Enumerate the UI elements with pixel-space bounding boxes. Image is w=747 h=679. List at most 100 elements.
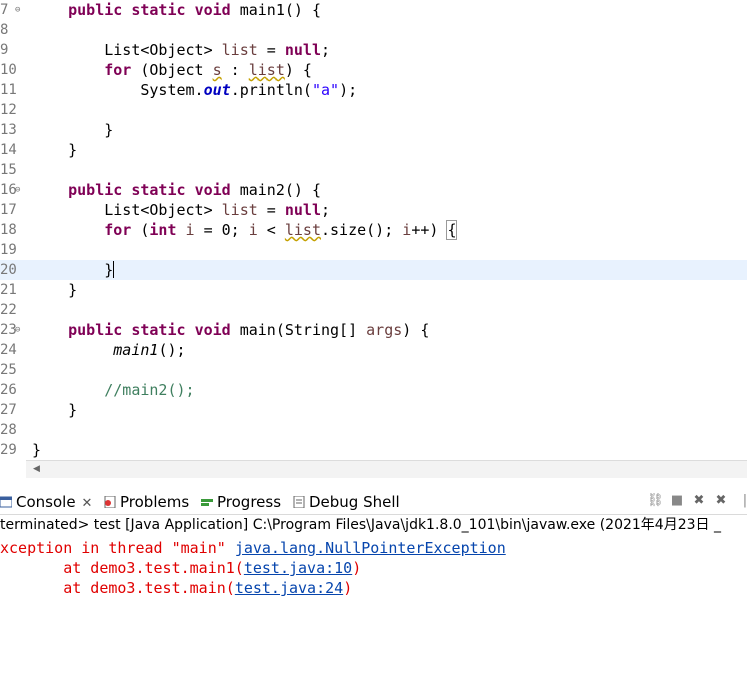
console-icon [0, 492, 13, 508]
line-number-text: 12 [0, 102, 17, 118]
code-text: public static void main(String[] args) { [32, 320, 429, 340]
line-number-text: 29 [0, 442, 17, 458]
tab-debug-shell[interactable]: Debug Shell [293, 491, 400, 513]
code-token: .size(); [321, 221, 403, 239]
code-token: ; [321, 201, 331, 219]
scroll-left-icon[interactable]: ◀ [33, 464, 40, 474]
code-line[interactable]: 13 } [0, 120, 747, 140]
code-line[interactable]: 15 [0, 160, 747, 180]
code-line[interactable]: 7 ⊖ public static void main1() { [0, 0, 747, 20]
console-line: at demo3.test.main(test.java:24) [0, 578, 352, 598]
line-number: 11 [0, 80, 26, 100]
code-line[interactable]: 22 [0, 300, 747, 320]
code-line[interactable]: 19 [0, 240, 747, 260]
code-token: //main2(); [104, 381, 195, 399]
tab-problems[interactable]: Problems [104, 491, 189, 513]
code-token: } [32, 401, 78, 419]
code-line[interactable]: 29} [0, 440, 747, 460]
code-editor[interactable]: 7 ⊖ public static void main1() {8 9 List<O… [0, 0, 747, 460]
code-line[interactable]: 10 for (Object s : list) { [0, 60, 747, 80]
tab-console[interactable]: Console ✕ [0, 491, 92, 513]
code-token: list [221, 201, 258, 219]
code-token: void [194, 181, 231, 199]
exception-link[interactable]: java.lang.NullPointerException [235, 539, 506, 557]
stack-link-main1[interactable]: test.java:10 [244, 559, 352, 577]
code-token: args [366, 321, 403, 339]
code-line[interactable]: 16 ⊖ public static void main2() { [0, 180, 747, 200]
line-number-text: 24 [0, 342, 17, 358]
line-number-text: 15 [0, 162, 17, 178]
code-line[interactable]: 20 } [0, 260, 747, 280]
code-token: static [131, 1, 186, 19]
tab-progress-label: Progress [217, 493, 282, 511]
code-token: main1 [113, 341, 159, 359]
code-token: (); [158, 341, 186, 359]
code-line[interactable]: 9 List<Object> list = null; [0, 40, 747, 60]
code-text: List<Object> list = null; [32, 200, 330, 220]
code-token: for [104, 61, 132, 79]
console-text: at demo3.test.main1( [0, 559, 244, 577]
fold-icon[interactable]: ⊖ [15, 0, 20, 20]
code-line[interactable]: 8 [0, 20, 747, 40]
code-line[interactable]: 24 main1(); [0, 340, 747, 360]
line-number-text: 27 [0, 402, 17, 418]
line-number: 19 [0, 240, 26, 260]
code-token: ( [131, 221, 150, 239]
code-text: } [32, 440, 41, 460]
line-number-text: 13 [0, 122, 17, 138]
pin-console-icon[interactable]: ⛓ [647, 494, 664, 508]
code-token: null [284, 201, 321, 219]
console-output[interactable]: xception in thread "main" java.lang.Null… [0, 538, 747, 679]
line-number: 28 [0, 420, 26, 440]
code-token: int [149, 221, 177, 239]
tab-progress[interactable]: Progress [201, 491, 281, 513]
code-token: s [212, 61, 222, 79]
console-line: xception in thread "main" java.lang.Null… [0, 538, 506, 558]
code-token: main1() { [230, 1, 321, 19]
close-icon[interactable]: ✕ [82, 496, 93, 511]
text-caret [113, 261, 115, 278]
code-line[interactable]: 26 //main2(); [0, 380, 747, 400]
line-number: 12 [0, 100, 26, 120]
code-line[interactable]: 12 [0, 100, 747, 120]
console-text: xception in thread "main" [0, 539, 235, 557]
line-number-text: 7 [0, 2, 9, 18]
line-number-text: 9 [0, 42, 9, 58]
code-token: } [32, 281, 78, 299]
code-line[interactable]: 11 System.out.println("a"); [0, 80, 747, 100]
remove-all-terminated-icon[interactable]: ✖ [714, 494, 728, 508]
code-line[interactable]: 23 ⊖ public static void main(String[] arg… [0, 320, 747, 340]
code-token: for [104, 221, 132, 239]
code-token: } [32, 441, 42, 459]
code-token: null [284, 41, 321, 59]
line-number-text: 28 [0, 422, 17, 438]
code-line[interactable]: 18 for (int i = 0; i < list.size(); i++)… [0, 220, 747, 240]
code-line[interactable]: 28 [0, 420, 747, 440]
line-number: 10 [0, 60, 26, 80]
stop-icon[interactable]: ■ [670, 494, 684, 508]
code-token: List<Object> [32, 201, 222, 219]
line-number-text: 20 [0, 262, 17, 278]
code-line[interactable]: 14 } [0, 140, 747, 160]
fold-icon[interactable]: ⊖ [15, 180, 20, 200]
code-text: } [32, 400, 77, 420]
problems-icon [104, 492, 116, 509]
code-line[interactable]: 27 } [0, 400, 747, 420]
code-line[interactable]: 21 } [0, 280, 747, 300]
code-line[interactable]: 17 List<Object> list = null; [0, 200, 747, 220]
line-number-text: 22 [0, 302, 17, 318]
code-token: ; [321, 41, 331, 59]
fold-icon[interactable]: ⊖ [15, 320, 20, 340]
remove-launch-icon[interactable]: ✖ [692, 494, 706, 508]
stack-link-main[interactable]: test.java:24 [235, 579, 343, 597]
code-token: List<Object> [32, 41, 222, 59]
line-number: 24 [0, 340, 26, 360]
line-number: 15 [0, 160, 26, 180]
horizontal-scrollbar[interactable]: ◀ [26, 460, 747, 478]
code-line[interactable]: 25 [0, 360, 747, 380]
line-number: 26 [0, 380, 26, 400]
